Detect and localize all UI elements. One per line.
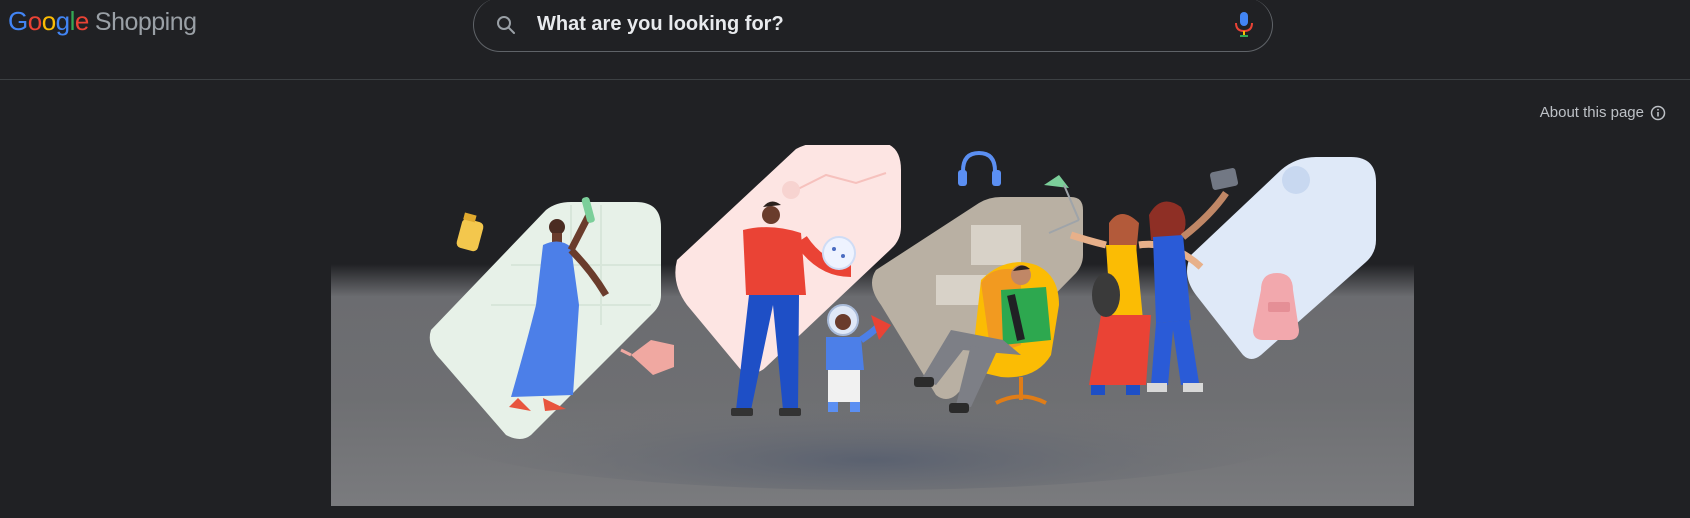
logo-letter: G	[8, 6, 28, 36]
about-this-page-link[interactable]: About this page	[1540, 104, 1666, 121]
mic-icon[interactable]	[1232, 10, 1256, 38]
product-name: Shopping	[94, 8, 197, 36]
search-icon[interactable]	[494, 13, 518, 37]
google-shopping-logo[interactable]: Google Shopping	[8, 6, 197, 37]
top-bar: Google Shopping	[0, 0, 1690, 80]
logo-letter: o	[27, 6, 42, 36]
shopping-people-illustration	[331, 145, 1414, 506]
about-label: About this page	[1539, 104, 1644, 121]
search-input[interactable]	[537, 8, 1187, 40]
logo-letter: e	[74, 6, 89, 36]
info-icon	[1650, 105, 1666, 120]
logo-letter: g	[55, 6, 70, 36]
logo-letter: o	[41, 6, 56, 36]
hero-illustration	[331, 145, 1414, 506]
search-box[interactable]	[473, 0, 1273, 52]
